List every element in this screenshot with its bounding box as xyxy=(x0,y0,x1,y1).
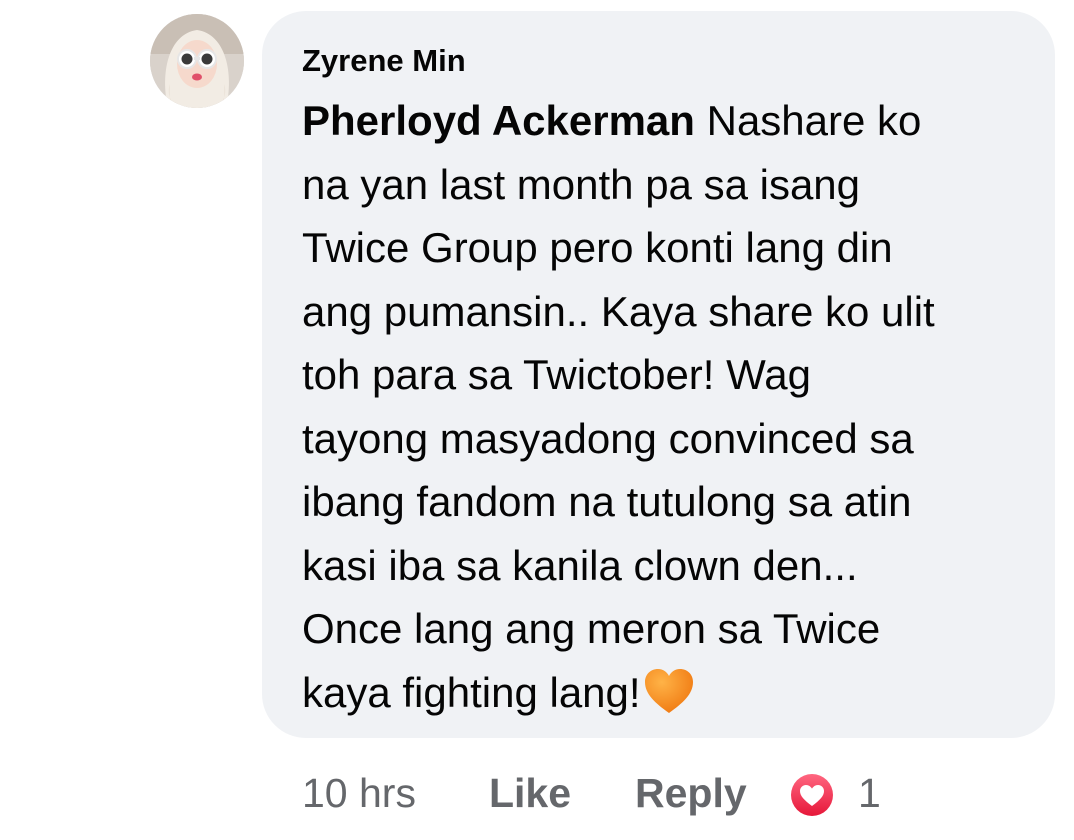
comment-line: kasi iba sa kanila clown den... xyxy=(302,541,858,589)
mention-link[interactable]: Pherloyd Ackerman xyxy=(302,97,695,144)
like-button[interactable]: Like xyxy=(489,768,571,818)
comment-screen: Zyrene Min Pherloyd Ackerman Nashare ko … xyxy=(0,0,1074,840)
profile-photo-icon xyxy=(150,14,244,108)
comment-line: Pherloyd Ackerman Nashare ko xyxy=(302,89,1042,153)
comment-line: tayong masyadong convinced sa xyxy=(302,414,914,462)
comment-line: Once lang ang meron sa Twice xyxy=(302,605,881,652)
comment-bubble: Zyrene Min Pherloyd Ackerman Nashare ko … xyxy=(262,11,1055,738)
reply-button[interactable]: Reply xyxy=(635,768,747,818)
comment-line: ang pumansin.. Kaya share ko ulit xyxy=(302,287,935,335)
comment-body: Pherloyd Ackerman Nashare ko na yan last… xyxy=(302,89,1042,724)
comment-line: na yan last month pa sa isang xyxy=(302,160,861,208)
avatar[interactable] xyxy=(150,14,244,108)
comment-text-segment: kaya fighting lang! xyxy=(302,668,641,716)
comment-line: toh para sa Twictober! Wag xyxy=(302,351,811,398)
reaction-count[interactable]: 1 xyxy=(858,768,881,818)
comment-line: Twice Group pero konti lang din xyxy=(302,224,893,271)
comment-text-segment: Nashare ko xyxy=(694,97,922,144)
comment-timestamp[interactable]: 10 hrs xyxy=(302,768,416,818)
comment-author[interactable]: Zyrene Min xyxy=(302,45,466,76)
comment-line: ibang fandom na tutulong sa atin xyxy=(302,478,912,525)
comment-line: kaya fighting lang! xyxy=(302,661,1042,725)
heart-reaction-icon[interactable] xyxy=(788,771,836,819)
orange-heart-icon xyxy=(644,668,693,713)
